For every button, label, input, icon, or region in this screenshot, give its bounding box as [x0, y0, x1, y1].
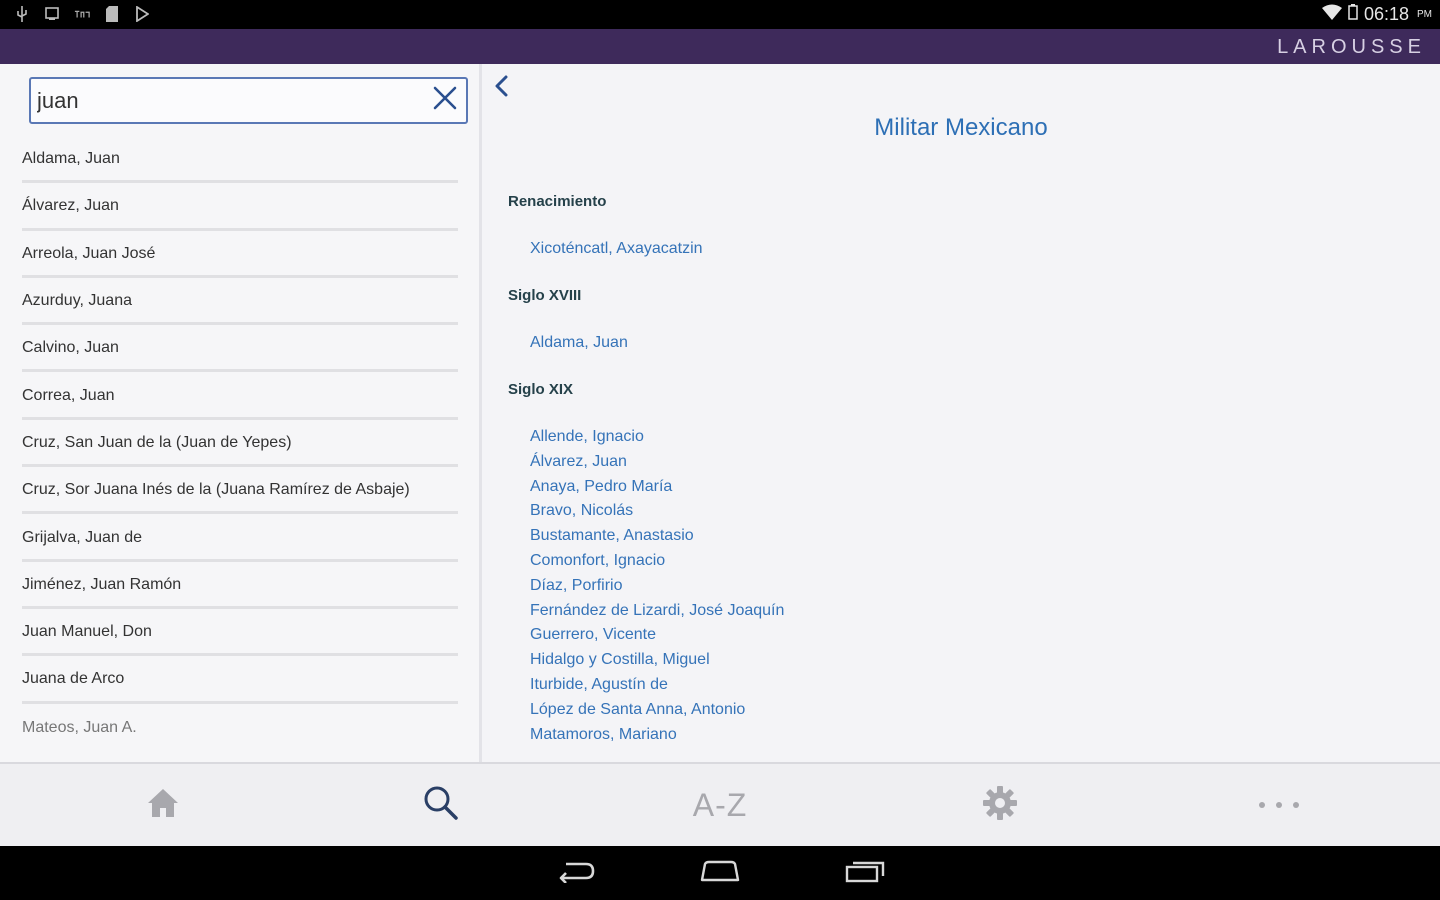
entry-link[interactable]: Díaz, Porfirio — [530, 577, 622, 595]
close-icon — [433, 86, 457, 115]
debug-icon — [74, 5, 90, 23]
search-result-item[interactable]: Aldama, Juan — [22, 136, 458, 184]
status-right: 06:18 PM — [1321, 4, 1432, 25]
battery-icon — [1348, 4, 1358, 25]
sd-card-icon — [104, 5, 120, 23]
back-icon — [556, 859, 596, 888]
search-result-item[interactable]: Cruz, Sor Juana Inés de la (Juana Ramíre… — [22, 467, 458, 515]
nav-search-button[interactable] — [411, 782, 471, 828]
page-title: Militar Mexicano — [874, 114, 1048, 141]
nav-home-button[interactable] — [133, 782, 193, 828]
search-result-item[interactable]: Arreola, Juan José — [22, 231, 458, 278]
search-result-item[interactable]: Mateos, Juan A. — [22, 704, 458, 751]
play-store-icon — [134, 5, 150, 23]
search-input[interactable] — [37, 86, 417, 116]
screenshot-icon — [44, 5, 60, 23]
app-header: LAROUSSE — [0, 29, 1440, 64]
entry-link[interactable]: Allende, Ignacio — [530, 428, 644, 446]
entry-link[interactable]: Fernández de Lizardi, José Joaquín — [530, 602, 784, 620]
search-result-item[interactable]: Azurduy, Juana — [22, 278, 458, 326]
search-result-item[interactable]: Juana de Arco — [22, 656, 458, 704]
entry-link[interactable]: Anaya, Pedro María — [530, 478, 672, 496]
clear-search-button[interactable] — [430, 85, 460, 115]
clock-time: 06:18 — [1363, 4, 1409, 24]
search-result-item[interactable]: Calvino, Juan — [22, 325, 458, 373]
entry-link[interactable]: Hidalgo y Costilla, Miguel — [530, 651, 710, 669]
system-nav-bar — [0, 846, 1440, 900]
entry-link[interactable]: Álvarez, Juan — [530, 453, 627, 471]
section-heading: Siglo XIX — [508, 381, 574, 398]
entry-link[interactable]: Aldama, Juan — [530, 334, 628, 352]
main-content: Aldama, JuanÁlvarez, JuanArreola, Juan J… — [0, 64, 1440, 762]
search-result-item[interactable]: Cruz, San Juan de la (Juan de Yepes) — [22, 420, 458, 468]
home-outline-icon — [699, 860, 741, 887]
search-result-item[interactable]: Álvarez, Juan — [22, 183, 458, 231]
search-result-item[interactable]: Grijalva, Juan de — [22, 514, 458, 562]
search-result-item[interactable]: Juan Manuel, Don — [22, 609, 458, 657]
system-home-button[interactable] — [695, 858, 745, 888]
system-back-button[interactable] — [551, 858, 601, 888]
search-result-item[interactable]: Jiménez, Juan Ramón — [22, 562, 458, 609]
more-icon — [1257, 796, 1301, 814]
search-result-item[interactable]: Correa, Juan — [22, 372, 458, 420]
recents-icon — [844, 859, 886, 888]
detail-pane: Militar Mexicano Renacimiento Xicoténcatl… — [482, 64, 1440, 762]
back-button[interactable] — [490, 74, 512, 102]
entry-link[interactable]: Iturbide, Agustín de — [530, 676, 668, 694]
entry-link[interactable]: Comonfort, Ignacio — [530, 552, 665, 570]
notification-icons — [14, 5, 150, 23]
search-box[interactable] — [29, 77, 468, 124]
nav-more-button[interactable] — [1249, 782, 1309, 828]
section-heading: Renacimiento — [508, 193, 607, 210]
search-icon — [423, 785, 459, 826]
entry-link[interactable]: Matamoros, Mariano — [530, 726, 677, 744]
status-bar: 06:18 PM — [0, 0, 1440, 29]
entry-link[interactable]: Bustamante, Anastasio — [530, 527, 694, 545]
chevron-left-icon — [494, 75, 508, 102]
section-heading: Siglo XVIII — [508, 287, 582, 304]
brand-logo: LAROUSSE — [1277, 36, 1426, 58]
search-results-list: Aldama, Juan Álvarez, Juan Arreola, Juan J… — [22, 136, 458, 751]
az-label: A-Z — [692, 786, 748, 823]
entry-link[interactable]: Bravo, Nicolás — [530, 502, 633, 520]
search-pane: Aldama, JuanÁlvarez, JuanArreola, Juan J… — [0, 64, 479, 762]
entry-link[interactable]: López de Santa Anna, Antonio — [530, 701, 745, 719]
home-icon — [146, 786, 180, 825]
usb-icon — [14, 5, 30, 23]
clock-ampm: PM — [1417, 9, 1432, 20]
gear-icon — [982, 785, 1018, 826]
system-recents-button[interactable] — [840, 858, 890, 888]
wifi-icon — [1321, 4, 1342, 25]
bottom-nav: A-Z — [0, 762, 1440, 846]
entry-link[interactable]: Xicoténcatl, Axayacatzin — [530, 240, 703, 258]
entry-link[interactable]: Guerrero, Vicente — [530, 626, 656, 644]
nav-az-button[interactable]: A-Z — [690, 782, 750, 828]
nav-settings-button[interactable] — [970, 782, 1030, 828]
